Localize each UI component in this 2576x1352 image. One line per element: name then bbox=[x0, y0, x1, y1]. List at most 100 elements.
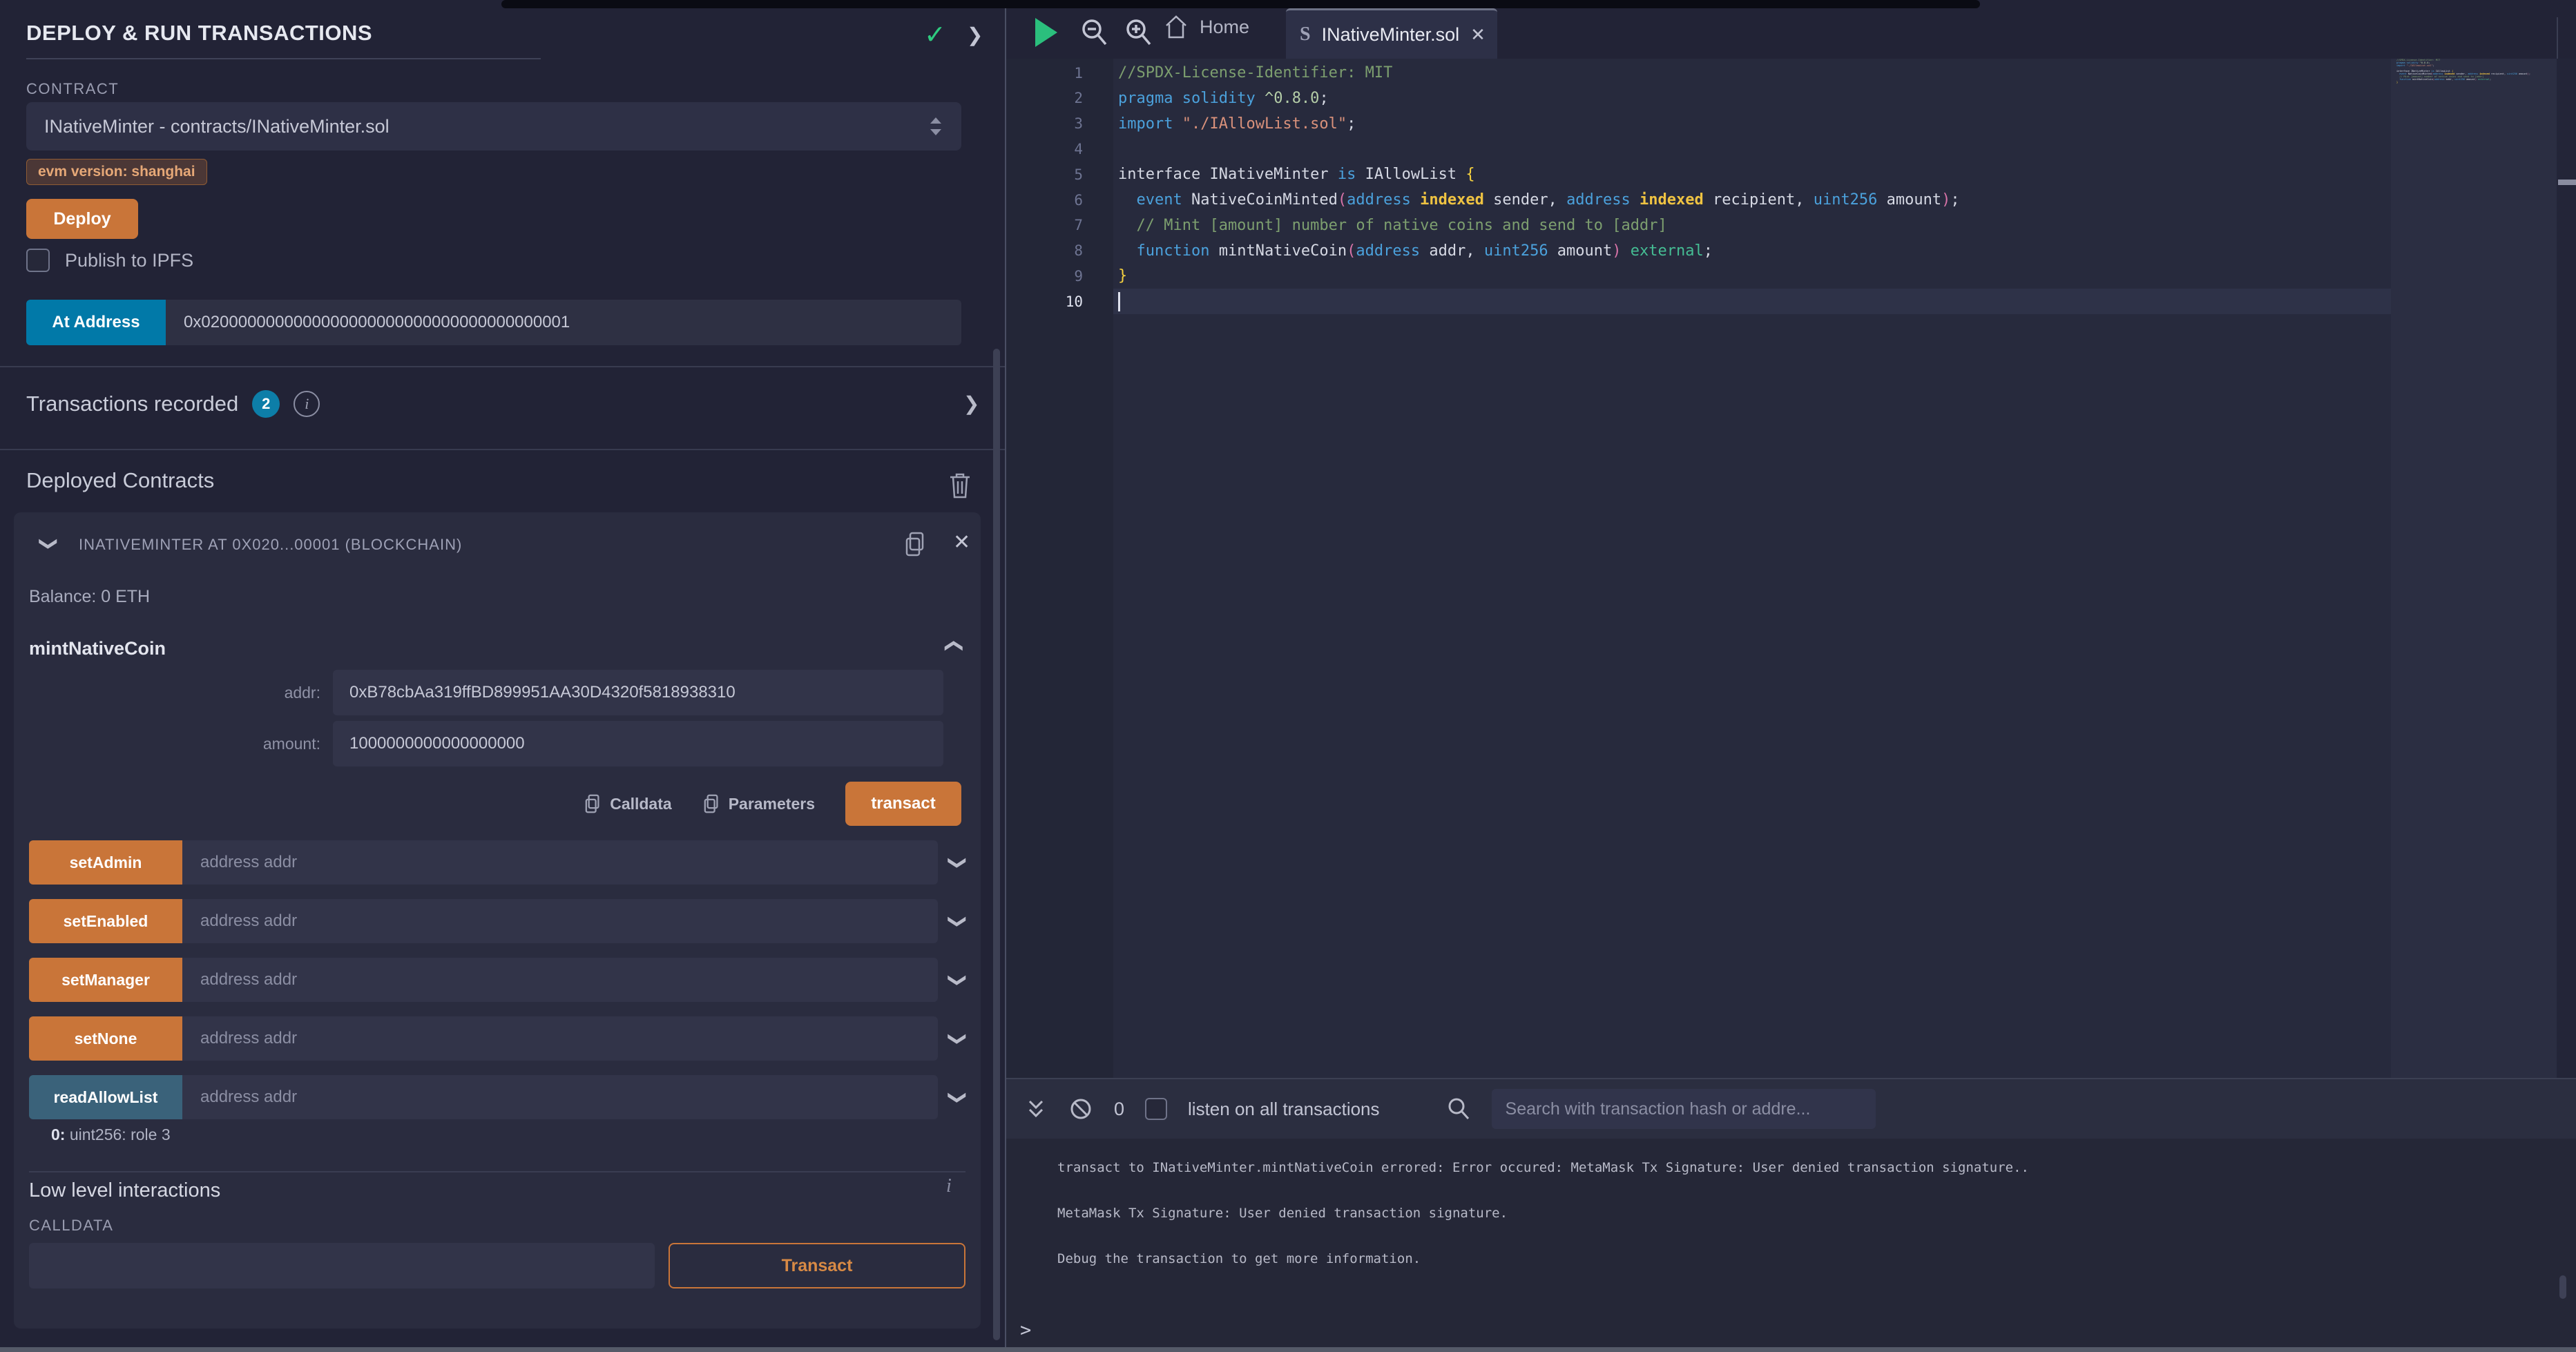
publish-to-ipfs-row: Publish to IPFS bbox=[26, 249, 193, 272]
code-line: 2pragma solidity ^0.8.0; bbox=[1006, 86, 2391, 111]
deployed-contract-card: ❯ INATIVEMINTER AT 0X020...00001 (BLOCKC… bbox=[14, 512, 981, 1329]
calldata-label: CALLDATA bbox=[29, 1217, 113, 1235]
remix-ide-window: DEPLOY & RUN TRANSACTIONS ✓ ❯ CONTRACT I… bbox=[0, 0, 2576, 1352]
panel-title: DEPLOY & RUN TRANSACTIONS bbox=[26, 21, 372, 46]
output-value: uint256: role 3 bbox=[65, 1126, 170, 1143]
divider bbox=[0, 366, 1005, 367]
terminal-scrollbar[interactable] bbox=[2559, 1275, 2566, 1299]
instance-balance: Balance: 0 ETH bbox=[29, 587, 150, 607]
low-level-transact-button[interactable]: Transact bbox=[669, 1243, 965, 1288]
copy-address-icon[interactable] bbox=[903, 530, 927, 558]
listen-transactions-label: listen on all transactions bbox=[1188, 1099, 1379, 1120]
field-label: addr: bbox=[14, 684, 333, 702]
select-updown-icon bbox=[928, 115, 943, 138]
setManager-input[interactable] bbox=[182, 958, 938, 1002]
tab-close-icon[interactable]: ✕ bbox=[1470, 24, 1486, 46]
terminal-log-line: transact to INativeMinter.mintNativeCoin… bbox=[1057, 1160, 2029, 1175]
deploy-button[interactable]: Deploy bbox=[26, 199, 138, 239]
code-text bbox=[1113, 136, 2391, 162]
editor-minimap[interactable]: //SPDX-License-Identifier: MITpragma sol… bbox=[2391, 59, 2557, 1078]
tab-inativeminter[interactable]: S INativeMinter.sol ✕ bbox=[1286, 8, 1497, 59]
code-line: 3import "./IAllowList.sol"; bbox=[1006, 111, 2391, 137]
setAdmin-input[interactable] bbox=[182, 840, 938, 885]
function-collapse-chevron-icon[interactable]: ❯ bbox=[941, 639, 963, 654]
function-row-setEnabled: setEnabled❯ bbox=[29, 899, 965, 943]
readAllowList-button[interactable]: readAllowList bbox=[29, 1075, 182, 1119]
transact-button[interactable]: transact bbox=[845, 782, 961, 826]
terminal-toolbar: 0 listen on all transactions bbox=[1006, 1079, 2576, 1139]
low-level-row: Transact bbox=[29, 1243, 965, 1288]
code-text: } bbox=[1113, 263, 2391, 289]
collapse-terminal-icon[interactable] bbox=[1024, 1096, 1048, 1122]
line-number: 4 bbox=[1006, 141, 1113, 157]
trash-icon[interactable] bbox=[948, 471, 972, 500]
transactions-recorded-row[interactable]: Transactions recorded 2 i bbox=[26, 387, 320, 421]
terminal-prompt[interactable]: > bbox=[1020, 1320, 1031, 1341]
setManager-button[interactable]: setManager bbox=[29, 958, 182, 1002]
info-icon: i bbox=[294, 391, 320, 417]
open-function-name: mintNativeCoin bbox=[29, 638, 166, 659]
tab-home[interactable]: Home bbox=[1164, 14, 1249, 40]
at-address-input[interactable] bbox=[166, 300, 961, 345]
search-icon bbox=[1446, 1096, 1471, 1122]
run-script-play-icon[interactable] bbox=[1035, 18, 1057, 47]
line-number: 2 bbox=[1006, 90, 1113, 106]
tab-inativeminter-label: INativeMinter.sol bbox=[1322, 24, 1460, 46]
panel-scrollbar[interactable] bbox=[993, 349, 1000, 1340]
zoom-in-icon[interactable] bbox=[1124, 17, 1154, 50]
overview-ruler[interactable] bbox=[2557, 59, 2576, 1078]
instance-collapse-chevron-icon[interactable]: ❯ bbox=[38, 537, 59, 552]
function-row-setManager: setManager❯ bbox=[29, 958, 965, 1002]
at-address-row: At Address bbox=[26, 300, 961, 345]
parameters-copy-action[interactable]: Parameters bbox=[702, 793, 815, 815]
setEnabled-button[interactable]: setEnabled bbox=[29, 899, 182, 943]
chevron-down-icon[interactable]: ❯ bbox=[948, 1090, 969, 1105]
panel-collapse-chevron-icon[interactable]: ❯ bbox=[967, 23, 983, 46]
chevron-down-icon[interactable]: ❯ bbox=[948, 1031, 969, 1046]
setNone-input[interactable] bbox=[182, 1016, 938, 1061]
calldata-copy-action[interactable]: Calldata bbox=[584, 793, 671, 815]
transactions-recorded-label: Transactions recorded bbox=[26, 392, 238, 416]
listen-transactions-checkbox[interactable] bbox=[1145, 1098, 1167, 1120]
function-row-readAllowList: readAllowList❯ bbox=[29, 1075, 965, 1119]
code-editor[interactable]: 1//SPDX-License-Identifier: MIT2pragma s… bbox=[1006, 59, 2391, 1078]
instance-title: INATIVEMINTER AT 0X020...00001 (BLOCKCHA… bbox=[79, 536, 462, 554]
code-line: 8 function mintNativeCoin(address addr, … bbox=[1006, 238, 2391, 264]
code-text: event NativeCoinMinted(address indexed s… bbox=[1113, 187, 2391, 213]
code-text: // Mint [amount] number of native coins … bbox=[1113, 213, 2391, 238]
chevron-down-icon[interactable]: ❯ bbox=[948, 972, 969, 987]
pending-tx-count: 0 bbox=[1114, 1099, 1124, 1120]
code-text: //SPDX-License-Identifier: MIT bbox=[1113, 60, 2391, 86]
line-number: 10 bbox=[1006, 293, 1113, 310]
calldata-input[interactable] bbox=[29, 1243, 655, 1288]
addr-input[interactable] bbox=[333, 670, 943, 715]
compile-success-check-icon: ✓ bbox=[924, 19, 946, 50]
readAllowList-input[interactable] bbox=[182, 1075, 938, 1119]
chevron-down-icon[interactable]: ❯ bbox=[948, 914, 969, 929]
transactions-expand-chevron-icon[interactable]: ❯ bbox=[963, 392, 979, 415]
terminal-search-input[interactable] bbox=[1492, 1089, 1876, 1129]
contract-select-value: INativeMinter - contracts/INativeMinter.… bbox=[44, 116, 928, 137]
deployed-contracts-title: Deployed Contracts bbox=[26, 468, 214, 493]
horizontal-scrollbar[interactable] bbox=[0, 1347, 2576, 1352]
code-line: 4 bbox=[1006, 136, 2391, 162]
setAdmin-button[interactable]: setAdmin bbox=[29, 840, 182, 885]
amount-input[interactable] bbox=[333, 721, 943, 766]
field-label: amount: bbox=[14, 735, 333, 753]
code-text: pragma solidity ^0.8.0; bbox=[1113, 86, 2391, 111]
at-address-button[interactable]: At Address bbox=[26, 300, 166, 345]
publish-ipfs-checkbox[interactable] bbox=[26, 249, 50, 272]
text-cursor bbox=[1118, 292, 1120, 311]
output-index: 0: bbox=[51, 1126, 65, 1143]
remove-instance-icon[interactable]: ✕ bbox=[953, 530, 970, 554]
setEnabled-input[interactable] bbox=[182, 899, 938, 943]
contract-select[interactable]: INativeMinter - contracts/INativeMinter.… bbox=[26, 102, 961, 151]
zoom-out-icon[interactable] bbox=[1079, 17, 1110, 50]
code-line: 6 event NativeCoinMinted(address indexed… bbox=[1006, 187, 2391, 213]
line-number: 9 bbox=[1006, 268, 1113, 284]
transactions-count-badge: 2 bbox=[252, 390, 280, 418]
setNone-button[interactable]: setNone bbox=[29, 1016, 182, 1061]
chevron-down-icon[interactable]: ❯ bbox=[948, 855, 969, 870]
clear-console-icon[interactable] bbox=[1068, 1097, 1093, 1121]
function-field-row: addr: bbox=[14, 670, 943, 715]
